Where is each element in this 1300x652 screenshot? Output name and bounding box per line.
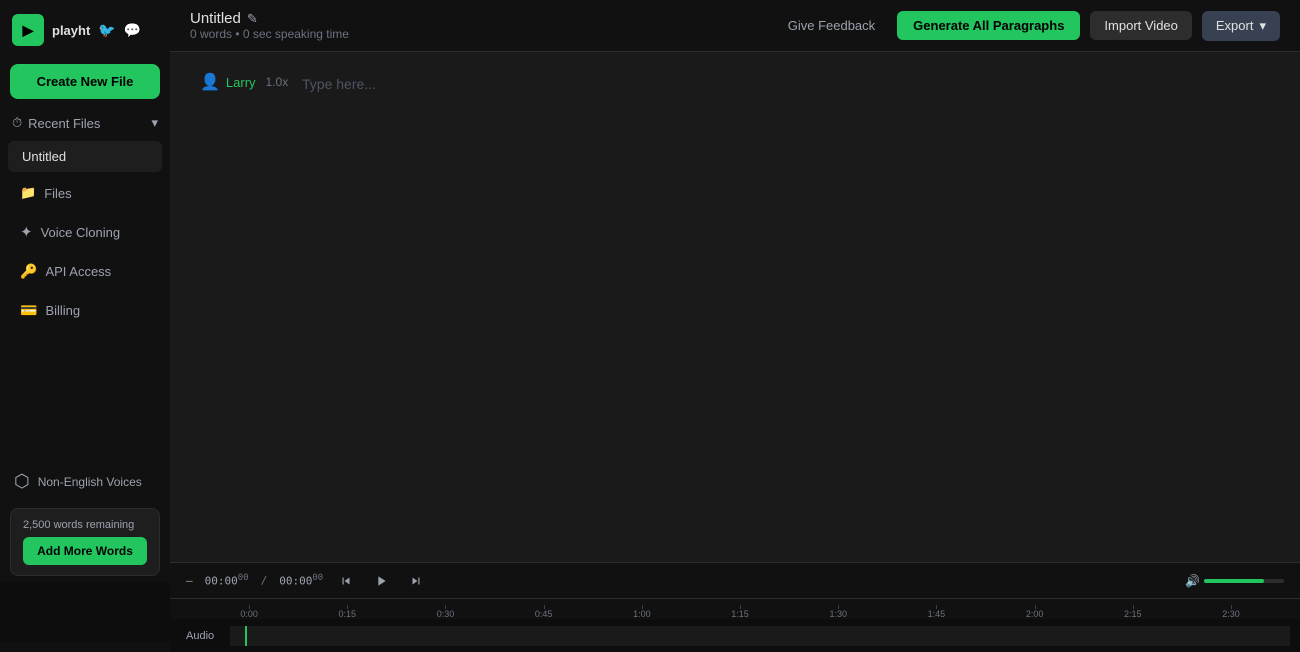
twitter-icon[interactable]: 🐦 [98, 22, 115, 39]
non-english-voices-label: Non-English Voices [38, 475, 142, 489]
ruler-tick: 1:15 [691, 609, 789, 619]
bottom-thumbnail [0, 582, 170, 642]
folder-icon: 📁 [20, 185, 36, 201]
sidebar-item-billing[interactable]: 💳 Billing [6, 292, 164, 329]
ruler-tick: 0:15 [298, 609, 396, 619]
key-icon: 🔑 [20, 263, 37, 280]
discord-icon[interactable]: 💬 [124, 22, 141, 39]
playhead [245, 626, 247, 646]
timeline-controls: — 00:0000 / 00:0000 [170, 563, 1300, 599]
volume-track[interactable] [1204, 579, 1284, 583]
editor-placeholder[interactable]: Type here... [302, 72, 1270, 96]
words-remaining-box: 2,500 words remaining Add More Words [10, 508, 160, 576]
volume-fill [1204, 579, 1264, 583]
timeline-track-area: Audio [170, 619, 1300, 652]
import-video-button[interactable]: Import Video [1090, 11, 1191, 40]
clock-icon: ⏱ [12, 115, 22, 131]
current-time-display: 00:0000 [205, 573, 249, 588]
speaker-name: Larry [226, 75, 256, 90]
ruler-tick: 1:00 [593, 609, 691, 619]
create-new-file-button[interactable]: Create New File [10, 64, 160, 99]
add-more-words-button[interactable]: Add More Words [23, 537, 147, 565]
top-bar: Untitled ✎ 0 words • 0 sec speaking time… [170, 0, 1300, 52]
sidebar-item-api-access[interactable]: 🔑 API Access [6, 253, 164, 290]
play-button[interactable] [369, 571, 393, 591]
words-remaining-text: 2,500 words remaining [23, 519, 147, 531]
export-button[interactable]: Export ▾ [1202, 11, 1280, 41]
document-meta: 0 words • 0 sec speaking time [190, 27, 349, 41]
timeline-area: — 00:0000 / 00:0000 [170, 562, 1300, 652]
skip-back-button[interactable] [335, 572, 357, 590]
ruler-inner: 0:000:150:300:451:001:151:301:452:002:15… [170, 599, 1300, 619]
non-english-voices-item[interactable]: ⬡ Non-English Voices [0, 461, 170, 502]
api-access-label: API Access [45, 264, 111, 279]
skip-forward-button[interactable] [405, 572, 427, 590]
billing-label: Billing [45, 303, 80, 318]
edit-icon[interactable]: ✎ [247, 11, 258, 27]
ruler-tick: 0:30 [396, 609, 494, 619]
ruler-tick: 1:45 [887, 609, 985, 619]
files-label: Files [44, 186, 71, 201]
chevron-down-icon: ▾ [151, 115, 158, 131]
top-bar-left: Untitled ✎ 0 words • 0 sec speaking time [190, 10, 349, 41]
ruler-tick: 0:45 [495, 609, 593, 619]
export-label: Export [1216, 18, 1254, 33]
generate-all-paragraphs-button[interactable]: Generate All Paragraphs [897, 11, 1080, 40]
speaker-info: 👤 Larry 1.0x [200, 72, 290, 92]
recent-files-label: Recent Files [28, 116, 100, 131]
voice-cloning-label: Voice Cloning [41, 225, 121, 240]
ruler-tick: 1:30 [789, 609, 887, 619]
editor-area[interactable]: 👤 Larry 1.0x Type here... [170, 52, 1300, 562]
speed-badge: 1.0x [266, 75, 289, 89]
give-feedback-button[interactable]: Give Feedback [776, 12, 887, 39]
track-label: Audio [170, 630, 230, 642]
ruler-tick: 0:00 [200, 609, 298, 619]
ruler-tick: 2:15 [1084, 609, 1182, 619]
speaker-person-icon: 👤 [200, 72, 220, 92]
volume-control[interactable]: 🔊 [1185, 574, 1284, 588]
timeline-ruler: 0:000:150:300:451:001:151:301:452:002:15… [170, 599, 1300, 619]
top-bar-right: Give Feedback Generate All Paragraphs Im… [776, 11, 1280, 41]
translate-icon: ⬡ [14, 471, 30, 492]
total-time-display: 00:0000 [279, 573, 323, 588]
time-divider: / [261, 574, 268, 587]
document-title: Untitled [190, 10, 241, 27]
logo-text: playht [52, 23, 90, 38]
volume-icon: 🔊 [1185, 574, 1200, 588]
recent-files-header[interactable]: ⏱ Recent Files ▾ [0, 107, 170, 139]
logo-icon: ▶ [12, 14, 44, 46]
logo-area: ▶ playht 🐦 💬 [0, 0, 170, 60]
paragraph-row: 👤 Larry 1.0x Type here... [200, 72, 1270, 96]
credit-card-icon: 💳 [20, 302, 37, 319]
ruler-tick: 2:30 [1182, 609, 1280, 619]
sparkles-icon: ✦ [20, 223, 33, 241]
track-content[interactable] [230, 626, 1290, 646]
sidebar-item-voice-cloning[interactable]: ✦ Voice Cloning [6, 213, 164, 251]
sidebar-item-files[interactable]: 📁 Files [6, 175, 164, 211]
ruler-tick: 2:00 [986, 609, 1084, 619]
main-content: Untitled ✎ 0 words • 0 sec speaking time… [170, 0, 1300, 652]
recent-file-item[interactable]: Untitled [8, 141, 162, 172]
sidebar: ▶ playht 🐦 💬 Create New File ⏱ Recent Fi… [0, 0, 170, 652]
export-chevron-icon: ▾ [1259, 18, 1266, 34]
dash-indicator: — [186, 574, 193, 587]
